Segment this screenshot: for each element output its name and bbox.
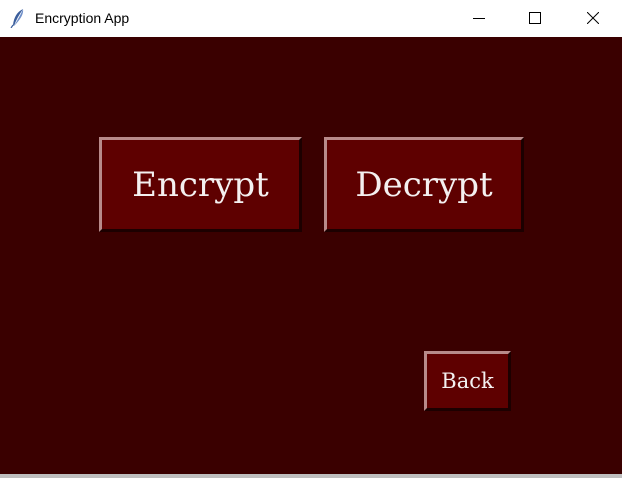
- app-window: Encryption App Encrypt Decrypt Back: [0, 0, 622, 478]
- decrypt-button[interactable]: Decrypt: [324, 137, 524, 232]
- minimize-icon: [473, 11, 485, 27]
- maximize-button[interactable]: [512, 0, 558, 37]
- feather-icon: [9, 8, 27, 29]
- maximize-icon: [529, 11, 541, 27]
- back-button[interactable]: Back: [424, 351, 511, 411]
- close-icon: [586, 11, 600, 27]
- window-title: Encryption App: [35, 10, 130, 26]
- close-button[interactable]: [570, 0, 616, 37]
- title-bar[interactable]: Encryption App: [0, 0, 622, 37]
- main-panel: Encrypt Decrypt Back: [0, 37, 622, 474]
- minimize-button[interactable]: [456, 0, 502, 37]
- encrypt-button[interactable]: Encrypt: [99, 137, 302, 232]
- window-bottom-border: [0, 474, 622, 478]
